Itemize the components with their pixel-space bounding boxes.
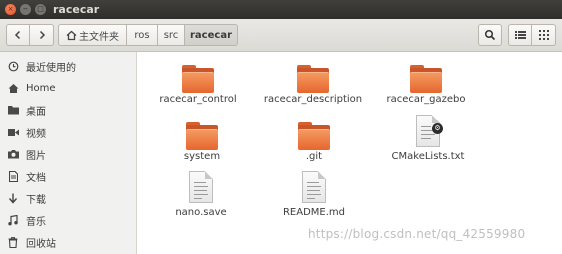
sidebar-item-music[interactable]: 音乐 bbox=[0, 209, 136, 231]
gear-icon: ⚙ bbox=[432, 123, 443, 134]
chevron-left-icon bbox=[14, 30, 21, 40]
sidebar-item-home[interactable]: Home bbox=[0, 77, 136, 99]
sidebar-item-label: 回收站 bbox=[26, 238, 56, 250]
sidebar: 最近使用的 Home 桌面 视频 图片 文档 下载 音乐 回收站 bbox=[0, 52, 137, 254]
file-item[interactable]: ⚙ CMakeLists.txt bbox=[373, 109, 483, 169]
document-icon bbox=[7, 170, 19, 182]
clock-icon bbox=[7, 60, 19, 72]
breadcrumb-racecar[interactable]: racecar bbox=[185, 24, 238, 46]
chevron-right-icon bbox=[39, 30, 45, 40]
file-item[interactable]: nano.save bbox=[146, 165, 256, 225]
folder-icon bbox=[410, 65, 442, 93]
trash-icon bbox=[7, 236, 19, 248]
folder-icon bbox=[298, 122, 330, 150]
breadcrumb-label: src bbox=[163, 29, 179, 41]
file-name: README.md bbox=[282, 207, 346, 218]
watermark-text: https://blog.csdn.net/qq_42559980 bbox=[308, 227, 526, 241]
grid-icon bbox=[538, 30, 549, 40]
file-name: system bbox=[183, 151, 221, 162]
breadcrumb-src[interactable]: src bbox=[158, 24, 185, 46]
folder-icon bbox=[186, 122, 218, 150]
sidebar-item-label: 视频 bbox=[26, 128, 46, 140]
search-button[interactable] bbox=[478, 24, 502, 46]
desktop-folder-icon bbox=[7, 104, 19, 116]
file-item[interactable]: racecar_description bbox=[258, 52, 368, 112]
sidebar-item-desktop[interactable]: 桌面 bbox=[0, 99, 136, 121]
sidebar-item-label: 最近使用的 bbox=[26, 62, 76, 74]
breadcrumb-label: 主文件夹 bbox=[79, 31, 119, 43]
file-item[interactable]: README.md bbox=[259, 165, 369, 225]
sidebar-item-documents[interactable]: 文档 bbox=[0, 165, 136, 187]
sidebar-item-label: 文档 bbox=[26, 172, 46, 184]
home-icon bbox=[66, 30, 77, 40]
file-name: .git bbox=[305, 151, 323, 162]
toolbar: 主文件夹 ros src racecar bbox=[0, 19, 562, 52]
text-file-icon bbox=[189, 171, 213, 203]
title-bar: × − □ racecar bbox=[0, 0, 562, 19]
list-icon bbox=[514, 31, 526, 39]
folder-icon bbox=[297, 65, 329, 93]
music-icon bbox=[7, 214, 19, 226]
home-icon bbox=[7, 82, 19, 94]
sidebar-item-label: 下载 bbox=[26, 194, 46, 206]
sidebar-item-pictures[interactable]: 图片 bbox=[0, 143, 136, 165]
file-name: CMakeLists.txt bbox=[391, 151, 465, 162]
breadcrumb-label: ros bbox=[134, 29, 150, 41]
search-icon bbox=[484, 29, 496, 41]
folder-icon bbox=[182, 65, 214, 93]
window-title: racecar bbox=[53, 3, 100, 16]
list-view-button[interactable] bbox=[508, 24, 532, 46]
grid-view-button[interactable] bbox=[532, 24, 556, 46]
file-item[interactable]: system bbox=[147, 109, 257, 169]
text-file-icon bbox=[302, 171, 326, 203]
breadcrumb-ros[interactable]: ros bbox=[127, 24, 158, 46]
video-icon bbox=[7, 126, 19, 138]
close-window-button[interactable]: × bbox=[5, 4, 16, 15]
sidebar-item-trash[interactable]: 回收站 bbox=[0, 231, 136, 253]
breadcrumb-home[interactable]: 主文件夹 bbox=[58, 24, 127, 46]
breadcrumb-label: racecar bbox=[190, 29, 232, 41]
sidebar-item-label: Home bbox=[26, 82, 56, 94]
download-icon bbox=[7, 192, 19, 204]
back-button[interactable] bbox=[6, 24, 30, 46]
minimize-window-button[interactable]: − bbox=[20, 4, 31, 15]
file-name: nano.save bbox=[175, 207, 227, 218]
camera-icon bbox=[7, 148, 19, 160]
file-name: racecar_control bbox=[159, 94, 237, 105]
file-item[interactable]: racecar_gazebo bbox=[371, 52, 481, 112]
sidebar-item-downloads[interactable]: 下载 bbox=[0, 187, 136, 209]
maximize-window-button[interactable]: □ bbox=[35, 4, 46, 15]
sidebar-item-label: 桌面 bbox=[26, 106, 46, 118]
file-view: racecar_control racecar_description race… bbox=[138, 52, 562, 254]
sidebar-item-videos[interactable]: 视频 bbox=[0, 121, 136, 143]
sidebar-item-recent[interactable]: 最近使用的 bbox=[0, 55, 136, 77]
script-file-icon: ⚙ bbox=[416, 115, 443, 147]
forward-button[interactable] bbox=[30, 24, 54, 46]
file-item[interactable]: racecar_control bbox=[143, 52, 253, 112]
sidebar-item-label: 音乐 bbox=[26, 216, 46, 228]
file-item[interactable]: .git bbox=[259, 109, 369, 169]
sidebar-item-label: 图片 bbox=[26, 150, 46, 162]
file-name: racecar_gazebo bbox=[386, 94, 466, 105]
file-name: racecar_description bbox=[263, 94, 363, 105]
